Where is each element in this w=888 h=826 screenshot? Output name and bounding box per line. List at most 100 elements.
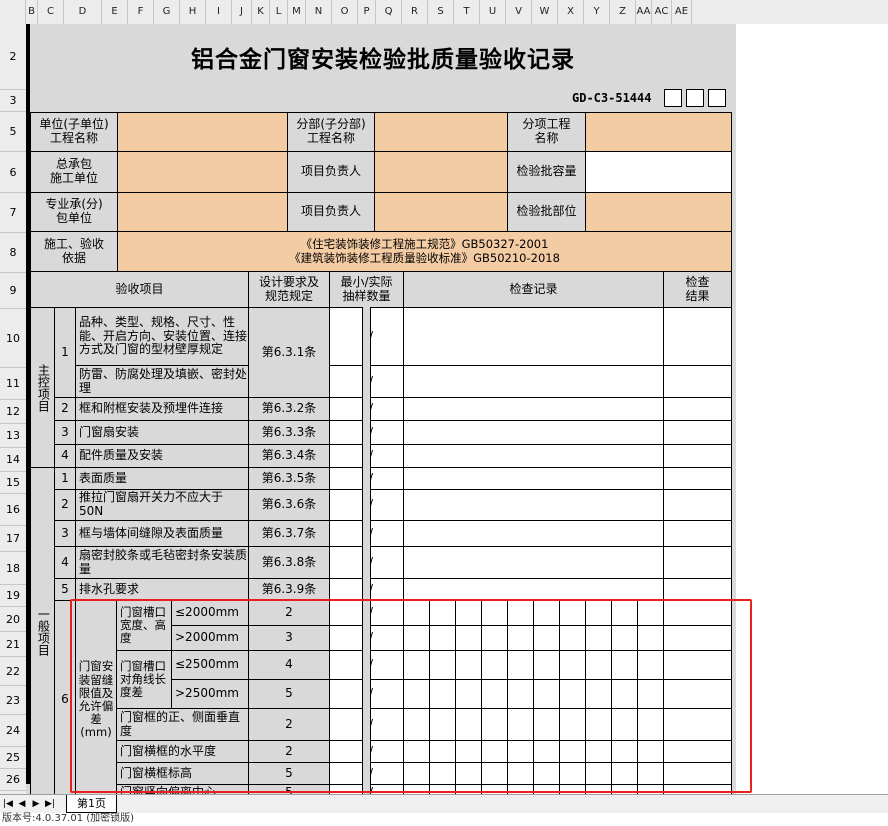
measurement-cell[interactable] xyxy=(403,708,430,741)
measurement-cell[interactable] xyxy=(611,625,638,651)
row-header-cell[interactable]: 6 xyxy=(0,152,26,193)
result-cell[interactable] xyxy=(663,650,732,680)
measurement-cell[interactable] xyxy=(403,600,430,626)
column-header-cell[interactable]: W xyxy=(532,0,558,24)
select-all-corner[interactable] xyxy=(0,0,26,24)
measurement-cell[interactable] xyxy=(507,625,534,651)
measurement-cell[interactable] xyxy=(533,762,560,785)
measurement-cell[interactable] xyxy=(429,740,456,763)
measurement-cell[interactable] xyxy=(637,762,664,785)
result-cell[interactable] xyxy=(663,708,732,741)
column-header-cell[interactable]: R xyxy=(402,0,428,24)
result-cell[interactable] xyxy=(663,307,732,366)
measurement-cell[interactable] xyxy=(455,740,482,763)
row-header-cell[interactable]: 11 xyxy=(0,368,26,400)
measurement-cell[interactable] xyxy=(403,740,430,763)
measurement-cell[interactable] xyxy=(559,762,586,785)
column-header-cell[interactable]: U xyxy=(480,0,506,24)
next-sheet-icon[interactable]: ▶ xyxy=(30,798,42,810)
row-header-cell[interactable]: 12 xyxy=(0,400,26,424)
code-box-2[interactable] xyxy=(686,89,704,107)
row-header-cell[interactable]: 7 xyxy=(0,193,26,233)
capacity-field[interactable] xyxy=(585,151,732,193)
measurement-cell[interactable] xyxy=(559,625,586,651)
column-header-cell[interactable]: P xyxy=(358,0,376,24)
measurement-cell[interactable] xyxy=(559,708,586,741)
measurement-cell[interactable] xyxy=(559,650,586,680)
measurement-cell[interactable] xyxy=(637,625,664,651)
column-header-cell[interactable]: X xyxy=(558,0,584,24)
record-cell[interactable] xyxy=(403,520,664,547)
measurement-cell[interactable] xyxy=(611,650,638,680)
row-header-cell[interactable]: 19 xyxy=(0,585,26,607)
measurement-cell[interactable] xyxy=(481,740,508,763)
column-header-cell[interactable]: AE xyxy=(672,0,692,24)
subdept-field[interactable] xyxy=(374,112,508,152)
record-cell[interactable] xyxy=(403,489,664,521)
result-cell[interactable] xyxy=(663,467,732,490)
result-cell[interactable] xyxy=(663,397,732,421)
measurement-cell[interactable] xyxy=(429,650,456,680)
measurement-cell[interactable] xyxy=(611,600,638,626)
row-header-cell[interactable]: 3 xyxy=(0,90,26,112)
measurement-cell[interactable] xyxy=(559,679,586,709)
column-header-cell[interactable]: Y xyxy=(584,0,610,24)
column-header-cell[interactable]: Z xyxy=(610,0,636,24)
measurement-cell[interactable] xyxy=(611,762,638,785)
row-header-cell[interactable]: 13 xyxy=(0,424,26,448)
column-header-cell[interactable]: J xyxy=(232,0,252,24)
measurement-cell[interactable] xyxy=(403,650,430,680)
row-header-cell[interactable]: 14 xyxy=(0,448,26,472)
row-header-cell[interactable]: 15 xyxy=(0,472,26,494)
measurement-cell[interactable] xyxy=(585,600,612,626)
column-header-cell[interactable]: H xyxy=(180,0,206,24)
column-header-cell[interactable]: T xyxy=(454,0,480,24)
measurement-cell[interactable] xyxy=(455,600,482,626)
measurement-cell[interactable] xyxy=(585,740,612,763)
result-cell[interactable] xyxy=(663,420,732,445)
measurement-cell[interactable] xyxy=(507,762,534,785)
column-header-cell[interactable]: AA xyxy=(636,0,652,24)
measurement-cell[interactable] xyxy=(507,600,534,626)
column-header-cell[interactable]: AC xyxy=(652,0,672,24)
measurement-cell[interactable] xyxy=(637,679,664,709)
unit-project-field[interactable] xyxy=(117,112,288,152)
measurement-cell[interactable] xyxy=(533,679,560,709)
measurement-cell[interactable] xyxy=(637,740,664,763)
measurement-cell[interactable] xyxy=(611,708,638,741)
contractor-field[interactable] xyxy=(117,151,288,193)
measurement-cell[interactable] xyxy=(429,762,456,785)
column-header-cell[interactable]: S xyxy=(428,0,454,24)
measurement-cell[interactable] xyxy=(585,625,612,651)
measurement-cell[interactable] xyxy=(429,625,456,651)
measurement-cell[interactable] xyxy=(455,762,482,785)
measurement-cell[interactable] xyxy=(507,679,534,709)
sheet-tab[interactable]: 第1页 xyxy=(66,795,117,813)
row-header-cell[interactable]: 2 xyxy=(0,24,26,90)
row-header-cell[interactable]: 24 xyxy=(0,715,26,747)
measurement-cell[interactable] xyxy=(533,740,560,763)
result-cell[interactable] xyxy=(663,578,732,601)
record-cell[interactable] xyxy=(403,397,664,421)
row-header-cell[interactable]: 26 xyxy=(0,769,26,791)
measurement-cell[interactable] xyxy=(455,625,482,651)
measurement-cell[interactable] xyxy=(481,625,508,651)
record-cell[interactable] xyxy=(403,578,664,601)
column-header-cell[interactable]: D xyxy=(64,0,102,24)
record-cell[interactable] xyxy=(403,467,664,490)
row-header-cell[interactable]: 16 xyxy=(0,494,26,526)
row-header-cell[interactable]: 8 xyxy=(0,233,26,273)
record-cell[interactable] xyxy=(403,444,664,468)
measurement-cell[interactable] xyxy=(507,650,534,680)
result-cell[interactable] xyxy=(663,489,732,521)
record-cell[interactable] xyxy=(403,420,664,445)
specialty-contractor-field[interactable] xyxy=(117,192,288,232)
measurement-cell[interactable] xyxy=(585,762,612,785)
row-header-cell[interactable]: 9 xyxy=(0,273,26,309)
basis-value[interactable]: 《住宅装饰装修工程施工规范》GB50327-2001 《建筑装饰装修工程质量验收… xyxy=(117,231,732,272)
measurement-cell[interactable] xyxy=(455,708,482,741)
row-header-cell[interactable]: 17 xyxy=(0,526,26,552)
row-header-cell[interactable]: 20 xyxy=(0,607,26,632)
measurement-cell[interactable] xyxy=(637,708,664,741)
row-header-cell[interactable]: 22 xyxy=(0,657,26,686)
